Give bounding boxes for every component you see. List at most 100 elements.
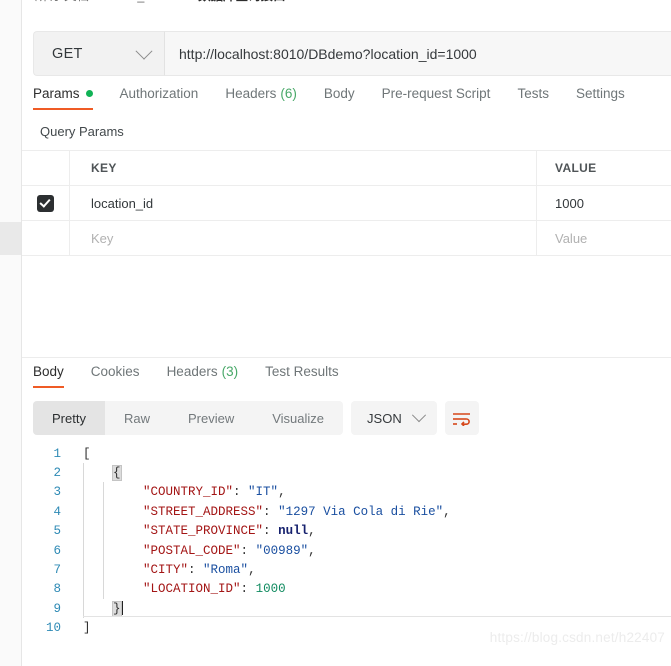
code-line-content[interactable]: "POSTAL_CODE": "00989", (73, 540, 671, 561)
code-line: 1[ (33, 444, 671, 463)
json-punct: : (188, 563, 204, 578)
url-input[interactable]: http://localhost:8010/DBdemo?location_id… (164, 31, 671, 76)
sidebar-active-indicator[interactable] (0, 222, 21, 255)
json-num: 1000 (255, 582, 286, 597)
http-method-label: GET (52, 45, 83, 62)
word-wrap-toggle[interactable] (444, 401, 479, 435)
code-line-content[interactable]: "STATE_PROVINCE": null, (73, 521, 671, 542)
json-key: "CITY" (143, 563, 189, 578)
code-line-content[interactable]: "COUNTRY_ID": "IT", (73, 482, 671, 503)
pane-divider[interactable] (22, 357, 671, 358)
json-punct: , (308, 543, 316, 558)
row-checkbox-cell[interactable] (22, 186, 70, 220)
line-number: 1 (53, 446, 61, 461)
param-value-placeholder: Value (555, 230, 588, 246)
request-tab-headers[interactable]: Headers (6) (225, 86, 297, 110)
line-number: 7 (53, 563, 61, 578)
request-tab-body[interactable]: Body (324, 86, 355, 110)
response-tab-test-results[interactable]: Test Results (265, 364, 339, 388)
json-null: null (278, 524, 309, 539)
indent-guide (103, 521, 104, 542)
response-format-label: JSON (367, 410, 402, 426)
tab-label: Headers (166, 364, 218, 379)
code-line: 5 "STATE_PROVINCE": null, (33, 521, 671, 542)
param-value-cell[interactable]: 1000 (537, 186, 671, 220)
chevron-down-icon (135, 42, 153, 60)
json-punct: : (263, 524, 279, 539)
request-tab-pre-request-script[interactable]: Pre-request Script (382, 86, 491, 110)
response-tab-bar: Body Cookies Headers (3) Test Results (33, 364, 366, 394)
json-key: "COUNTRY_ID" (143, 485, 234, 500)
line-number: 6 (53, 543, 61, 558)
code-line-content[interactable]: "LOCATION_ID": 1000 (73, 579, 671, 600)
code-line-content[interactable]: "CITY": "Roma", (73, 560, 671, 581)
param-value-text: 1000 (555, 195, 584, 211)
code-line-content[interactable]: [ (73, 447, 671, 461)
json-key: "LOCATION_ID" (143, 582, 241, 597)
response-tab-body[interactable]: Body (33, 364, 64, 388)
left-sidebar-rail[interactable] (0, 0, 22, 666)
table-header-row: KEY VALUE (22, 151, 671, 186)
view-mode-preview[interactable]: Preview (169, 401, 253, 435)
request-tab-settings[interactable]: Settings (576, 86, 625, 110)
http-method-dropdown[interactable]: GET (33, 31, 164, 76)
chevron-down-icon (411, 408, 426, 423)
request-tab-tests[interactable]: Tests (517, 86, 549, 110)
breadcrumb-root[interactable]: 所有·文档 (35, 0, 89, 3)
response-tab-headers[interactable]: Headers (3) (167, 364, 239, 388)
tab-label: Settings (575, 86, 625, 101)
request-tab-bar: Params Authorization Headers (6) Body Pre-req… (33, 86, 652, 117)
view-mode-pretty[interactable]: Pretty (33, 401, 105, 435)
table-row[interactable]: Key Value (22, 221, 671, 256)
code-line-content[interactable]: } (73, 598, 671, 619)
tab-label: Tests (517, 86, 549, 101)
table-row[interactable]: location_id 1000 (22, 186, 671, 221)
breadcrumb[interactable]: 所有·文档 / GHC_Demo / 数据库查询接口 (35, 0, 286, 4)
code-line-content[interactable]: ] (73, 621, 671, 635)
json-punct: : (240, 582, 256, 597)
code-line: 10] (33, 619, 671, 638)
tab-label: Authorization (119, 86, 199, 101)
tab-label: Params (33, 86, 80, 101)
code-line: 2 { (33, 463, 671, 484)
request-tab-authorization[interactable]: Authorization (120, 86, 199, 110)
response-toolbar: Pretty Raw Preview Visualize JSON (33, 401, 479, 435)
indent-guide (83, 501, 84, 522)
param-enabled-checkbox[interactable] (37, 194, 54, 212)
indent-guide (103, 482, 104, 503)
json-key: "POSTAL_CODE" (143, 543, 241, 558)
json-key: "STATE_PROVINCE" (143, 524, 264, 539)
code-line: 3 "COUNTRY_ID": "IT", (33, 482, 671, 503)
indent-guide (83, 463, 84, 484)
param-key-cell[interactable]: Key (70, 221, 537, 255)
response-format-dropdown[interactable]: JSON (351, 401, 437, 435)
matched-bracket: } (112, 601, 122, 618)
param-key-cell[interactable]: location_id (70, 186, 537, 220)
tab-label: Body (323, 86, 355, 101)
param-value-cell[interactable]: Value (537, 221, 671, 255)
code-line-content[interactable]: { (73, 463, 671, 484)
view-mode-raw[interactable]: Raw (105, 401, 169, 435)
request-tab-params[interactable]: Params (33, 86, 93, 110)
text-cursor (121, 601, 124, 616)
row-checkbox-cell[interactable] (22, 221, 70, 255)
response-tab-cookies[interactable]: Cookies (91, 364, 140, 388)
breadcrumb-separator-2: / (186, 0, 189, 3)
json-str: "IT" (248, 485, 279, 500)
params-active-dot-icon (85, 90, 93, 97)
response-body-code-viewer[interactable]: 1[2 {3 "COUNTRY_ID": "IT", 4 "STREET_ADDR… (33, 444, 671, 644)
indent-guide (103, 579, 104, 600)
json-str: "00989" (255, 543, 309, 558)
code-line-content[interactable]: "STREET_ADDRESS": "1297 Via Cola di Rie"… (73, 501, 671, 522)
indent-guide (83, 482, 84, 503)
breadcrumb-collection[interactable]: GHC_Demo (110, 0, 178, 3)
tab-label: Test Results (265, 364, 339, 379)
view-mode-visualize[interactable]: Visualize (253, 401, 343, 435)
